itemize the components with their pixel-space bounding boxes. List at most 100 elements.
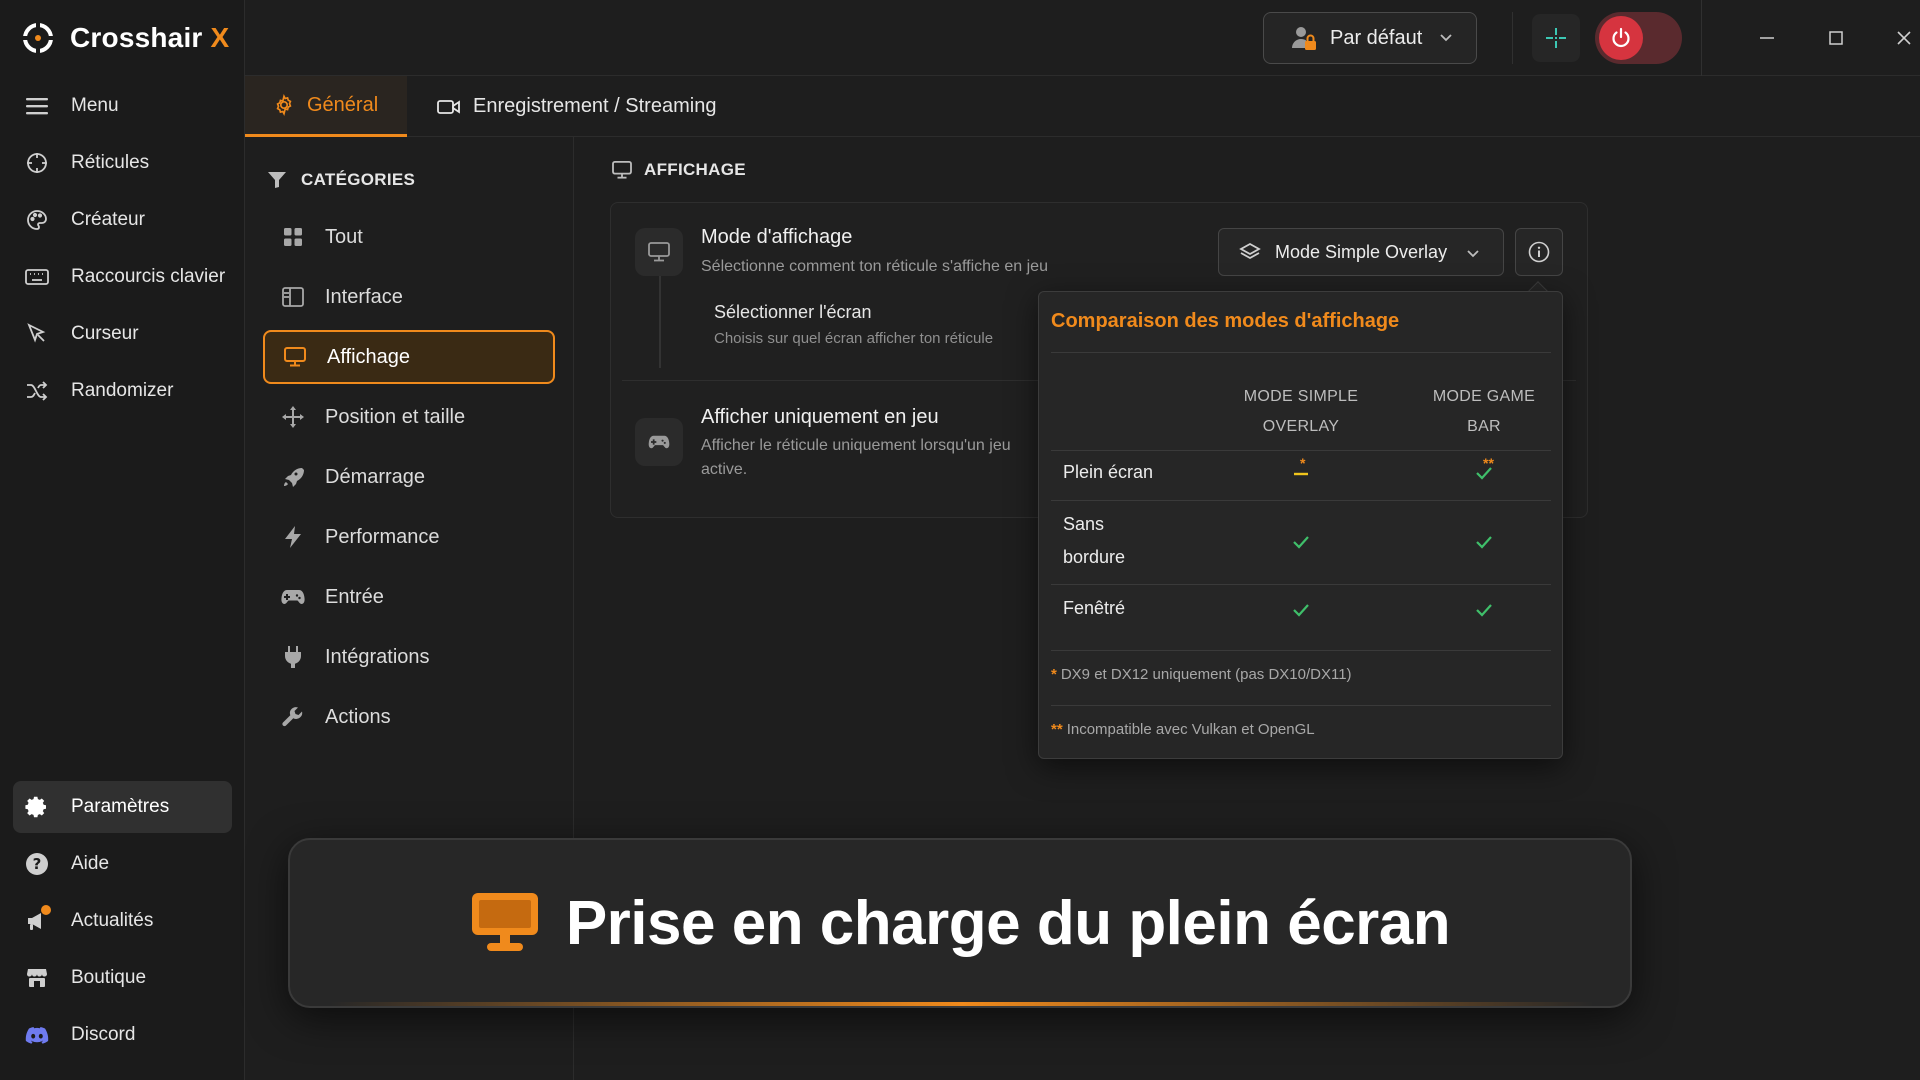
crosshair-toggle-button[interactable] [1532,14,1580,62]
divider [1051,705,1551,706]
divider [1701,0,1702,76]
ingame-icon-box [635,418,683,466]
display-mode-comparison-popover: Comparaison des modes d'affichage MODE S… [1038,291,1563,759]
crosshair-plus-icon [1546,28,1566,48]
category-affichage[interactable]: Affichage [263,330,555,384]
user-lock-icon [1290,24,1318,52]
display-mode-title: Mode d'affichage [701,226,853,248]
sidebar-item-parametres[interactable]: Paramètres [13,781,232,833]
palette-icon [25,208,49,232]
footnote-mark: * [1300,455,1306,471]
banner-accent-line [330,1002,1594,1006]
sidebar-item-label: Menu [71,94,119,116]
tab-general[interactable]: Général [245,76,407,137]
sidebar-item-discord[interactable]: Discord [0,1006,245,1063]
monitor-icon [648,242,670,262]
sidebar-item-raccourcis[interactable]: Raccourcis clavier [0,248,245,305]
settings-tabs: Général Enregistrement / Streaming [245,76,1920,137]
notification-dot [41,904,51,915]
sidebar-item-boutique[interactable]: Boutique [0,949,245,1006]
column-header-simple-overlay: MODE SIMPLE OVERLAY [1243,388,1359,435]
divider [1051,450,1551,451]
ingame-only-title: Afficher uniquement en jeu [701,406,939,428]
display-mode-select[interactable]: Mode Simple Overlay [1218,228,1504,276]
sidebar-item-label: Actualités [71,909,154,931]
gear-icon [273,94,295,116]
display-mode-info-button[interactable] [1515,228,1563,276]
tab-label: Général [307,93,379,116]
sidebar-item-aide[interactable]: ? Aide [0,835,245,892]
rocket-icon [281,465,305,489]
tab-streaming[interactable]: Enregistrement / Streaming [437,76,716,137]
divider [1512,12,1513,64]
sidebar-item-reticules[interactable]: Réticules [0,134,245,191]
category-entree[interactable]: Entrée [263,570,555,624]
category-interface[interactable]: Interface [263,270,555,324]
power-toggle[interactable] [1595,12,1682,64]
category-label: Affichage [327,345,411,368]
crosshair-logo-icon [20,20,56,56]
power-icon [1599,16,1643,60]
filter-icon [267,171,287,189]
close-icon [1897,31,1911,45]
close-button[interactable] [1884,18,1920,58]
category-label: Performance [325,525,440,548]
wrench-icon [281,705,305,729]
monitor-icon [283,345,307,369]
divider [1051,500,1551,501]
divider [1051,650,1551,651]
category-position[interactable]: Position et taille [263,390,555,444]
category-label: Actions [325,705,391,728]
categories-title: CATÉGORIES [301,170,416,189]
category-label: Entrée [325,585,384,608]
select-screen-desc: Choisis sur quel écran afficher ton réti… [714,330,994,347]
sidebar-bottom-nav: Paramètres ? Aide Actualités Boutique Di… [0,781,245,1063]
divider [1051,352,1551,353]
sidebar-item-actualites[interactable]: Actualités [0,892,245,949]
category-actions[interactable]: Actions [263,690,555,744]
category-label: Position et taille [325,405,466,428]
hamburger-icon [25,94,49,118]
minimize-button[interactable] [1747,18,1787,58]
sidebar-item-label: Boutique [71,966,147,988]
minimize-icon [1760,37,1774,39]
category-demarrage[interactable]: Démarrage [263,450,555,504]
category-integrations[interactable]: Intégrations [263,630,555,684]
row-label-fullscreen: Plein écran [1063,462,1154,482]
cursor-icon [25,322,49,346]
categories-header: CATÉGORIES [267,170,415,190]
category-tout[interactable]: Tout [263,210,555,264]
gamepad-icon [281,585,305,609]
app-logo: Crosshair X [20,20,229,56]
maximize-button[interactable] [1816,18,1856,58]
info-icon [1528,241,1550,263]
sidebar-item-menu[interactable]: Menu [0,77,245,134]
ingame-desc-line1: Afficher le réticule uniquement lorsqu'u… [701,437,1011,454]
sidebar-item-label: Créateur [71,208,145,230]
discord-icon [25,1023,49,1047]
sidebar: Crosshair X Menu Réticules Créateur Racc… [0,0,245,1080]
chevron-down-icon [1438,29,1454,45]
banner-text: Prise en charge du plein écran [565,888,1451,958]
section-header: AFFICHAGE [612,160,746,180]
display-mode-icon-box [635,228,683,276]
sidebar-item-label: Discord [71,1023,136,1045]
monitor-icon [612,161,632,179]
svg-text:?: ? [33,855,42,873]
sidebar-item-createur[interactable]: Créateur [0,191,245,248]
profile-selector[interactable]: Par défaut [1263,12,1477,64]
check-icon [1469,594,1499,624]
category-performance[interactable]: Performance [263,510,555,564]
help-icon: ? [25,852,49,876]
sidebar-item-randomizer[interactable]: Randomizer [0,362,245,419]
shuffle-icon [25,379,49,403]
column-header-game-bar: MODE GAME BAR [1432,388,1536,435]
megaphone-icon [25,904,51,933]
layers-icon [1239,242,1261,262]
maximize-icon [1829,31,1843,45]
select-screen-title: Sélectionner l'écran [714,302,872,322]
sidebar-item-curseur[interactable]: Curseur [0,305,245,362]
layout-icon [281,285,305,309]
camera-icon [437,98,461,116]
category-label: Interface [325,285,403,308]
